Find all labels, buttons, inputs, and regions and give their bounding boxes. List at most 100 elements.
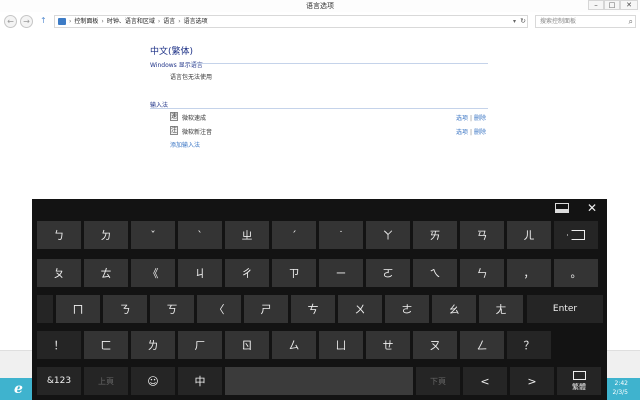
page-up-key[interactable]: 上頁 — [84, 367, 128, 395]
char-key[interactable]: ㄛ — [366, 259, 410, 287]
char-key[interactable]: ㄥ — [460, 331, 504, 359]
ime-options-link[interactable]: 选项 — [456, 115, 468, 122]
char-key[interactable]: ㄉ — [84, 221, 128, 249]
char-key[interactable]: ㄔ — [225, 259, 269, 287]
section-divider — [150, 108, 488, 109]
close-icon: ✕ — [626, 1, 632, 9]
char-key[interactable]: ㄦ — [507, 221, 551, 249]
ime-item: 速 微软速成 选项 | 删除 — [170, 112, 488, 122]
char-key[interactable]: ˊ — [272, 221, 316, 249]
char-key[interactable]: ㄋ — [103, 295, 147, 323]
search-placeholder: 搜索控制面板 — [540, 18, 577, 25]
touch-keyboard: ✕ ㄅㄉ ˇ ˋ ㄓ ˊ ˙ ㄚㄞㄢㄦㄆㄊ《ㄐㄔㄗㄧㄛㄟㄣ，。ㄇㄋㄎ〈ㄕㄘㄨㄜㄠㄤ Enter… — [32, 199, 607, 400]
up-button[interactable]: ↑ — [40, 16, 47, 25]
char-key[interactable]: ㄝ — [366, 331, 410, 359]
char-key[interactable]: ㄘ — [291, 295, 335, 323]
forward-arrow-icon: → — [23, 17, 30, 26]
char-key[interactable]: ㄨ — [338, 295, 382, 323]
char-key[interactable]: ㄜ — [385, 295, 429, 323]
char-key[interactable]: ㄢ — [460, 221, 504, 249]
keyboard-layout-key[interactable]: 繁體 — [557, 367, 601, 395]
char-key[interactable]: ㄧ — [319, 259, 363, 287]
backspace-key[interactable] — [554, 221, 598, 249]
address-dropdown-icon[interactable]: ▾ — [513, 17, 516, 27]
char-key[interactable]: ㄐ — [178, 259, 222, 287]
char-key[interactable]: ㄕ — [244, 295, 288, 323]
keyboard-icon: 速 — [170, 112, 178, 121]
window-title: 语言选项 — [306, 2, 334, 10]
address-box[interactable]: › 控制面板 › 时钟、语言和区域 › 语言 › 语言选项 ▾ ↻ — [54, 15, 528, 28]
breadcrumb-item[interactable]: 语言 — [163, 17, 175, 27]
char-key[interactable]: 《 — [131, 259, 175, 287]
char-key[interactable]: ㄙ — [272, 331, 316, 359]
char-key[interactable]: 。 — [554, 259, 598, 287]
refresh-icon[interactable]: ↻ — [520, 16, 526, 27]
forward-button[interactable]: → — [20, 15, 33, 28]
tray-clock-date[interactable]: 2/3/5 — [613, 389, 629, 396]
emoji-key[interactable]: ☺ — [131, 367, 175, 395]
char-key[interactable]: ㄎ — [150, 295, 194, 323]
language-title: 中文(繁体) — [150, 47, 194, 57]
char-key[interactable]: ㄇ — [56, 295, 100, 323]
ime-mode-key[interactable]: 中 — [178, 367, 222, 395]
ime-remove-link[interactable]: 删除 — [474, 129, 486, 136]
ime-remove-link[interactable]: 删除 — [474, 115, 486, 122]
char-key[interactable]: ㄌ — [131, 331, 175, 359]
char-key[interactable]: ㄚ — [366, 221, 410, 249]
internet-explorer-icon[interactable]: e — [14, 381, 23, 397]
ime-name: 微软新注音 — [182, 129, 213, 136]
char-key[interactable]: 〈 — [197, 295, 241, 323]
dock-keyboard-icon[interactable] — [555, 203, 569, 213]
char-key[interactable]: ㄗ — [272, 259, 316, 287]
char-key[interactable]: ㄡ — [413, 331, 457, 359]
tray-clock-time[interactable]: 2:42 — [615, 380, 628, 387]
breadcrumb-separator: › — [178, 18, 181, 25]
close-button[interactable]: ✕ — [620, 0, 638, 10]
key-filler — [37, 295, 53, 323]
ime-options-link[interactable]: 选项 — [456, 129, 468, 136]
char-key[interactable]: ㄤ — [479, 295, 523, 323]
enter-key[interactable]: Enter — [527, 295, 603, 323]
breadcrumb-item[interactable]: 语言选项 — [184, 17, 208, 27]
char-key[interactable]: ˇ — [131, 221, 175, 249]
backspace-icon — [567, 230, 585, 240]
back-button[interactable]: ← — [4, 15, 17, 28]
keyboard-icon: 注 — [170, 126, 178, 135]
maximize-icon: □ — [608, 1, 616, 9]
char-key[interactable]: ㄆ — [37, 259, 81, 287]
char-key[interactable]: ㄊ — [84, 259, 128, 287]
char-key[interactable]: ㄩ — [319, 331, 363, 359]
search-icon[interactable]: ⌕ — [629, 16, 633, 27]
space-key[interactable] — [225, 367, 413, 395]
char-key[interactable]: ㄞ — [413, 221, 457, 249]
maximize-button[interactable]: □ — [604, 0, 620, 10]
char-key[interactable]: ˋ — [178, 221, 222, 249]
symbols-key[interactable]: &123 — [37, 367, 81, 395]
right-arrow-key[interactable]: > — [510, 367, 554, 395]
add-input-method-link[interactable]: 添加输入法 — [170, 140, 200, 149]
char-key[interactable]: ㄟ — [413, 259, 457, 287]
minimize-button[interactable]: – — [588, 0, 604, 10]
char-key[interactable]: ？ — [507, 331, 551, 359]
char-key[interactable]: ˙ — [319, 221, 363, 249]
ime-actions: 选项 | 删除 — [456, 127, 486, 136]
char-key[interactable]: ㄠ — [432, 295, 476, 323]
char-key[interactable]: ㄅ — [37, 221, 81, 249]
left-arrow-key[interactable]: < — [463, 367, 507, 395]
char-key[interactable]: ㄏ — [178, 331, 222, 359]
breadcrumb-separator: › — [69, 18, 72, 25]
char-key[interactable]: ！ — [37, 331, 81, 359]
char-key[interactable]: ㄓ — [225, 221, 269, 249]
char-key[interactable]: ㄣ — [460, 259, 504, 287]
breadcrumb-item[interactable]: 控制面板 — [74, 17, 98, 27]
link-separator: | — [469, 115, 472, 122]
char-key[interactable]: ㄈ — [84, 331, 128, 359]
char-key[interactable]: ， — [507, 259, 551, 287]
address-toolbar: ← → ↑ › 控制面板 › 时钟、语言和区域 › 语言 › 语言选项 ▾ ↻ … — [0, 12, 640, 30]
keyboard-close-icon[interactable]: ✕ — [587, 201, 597, 215]
search-input[interactable]: 搜索控制面板 ⌕ — [535, 15, 636, 28]
char-key[interactable]: ㄖ — [225, 331, 269, 359]
breadcrumb-item[interactable]: 时钟、语言和区域 — [107, 17, 155, 27]
display-language-label: Windows 显示语言 — [150, 62, 203, 69]
page-down-key[interactable]: 下頁 — [416, 367, 460, 395]
